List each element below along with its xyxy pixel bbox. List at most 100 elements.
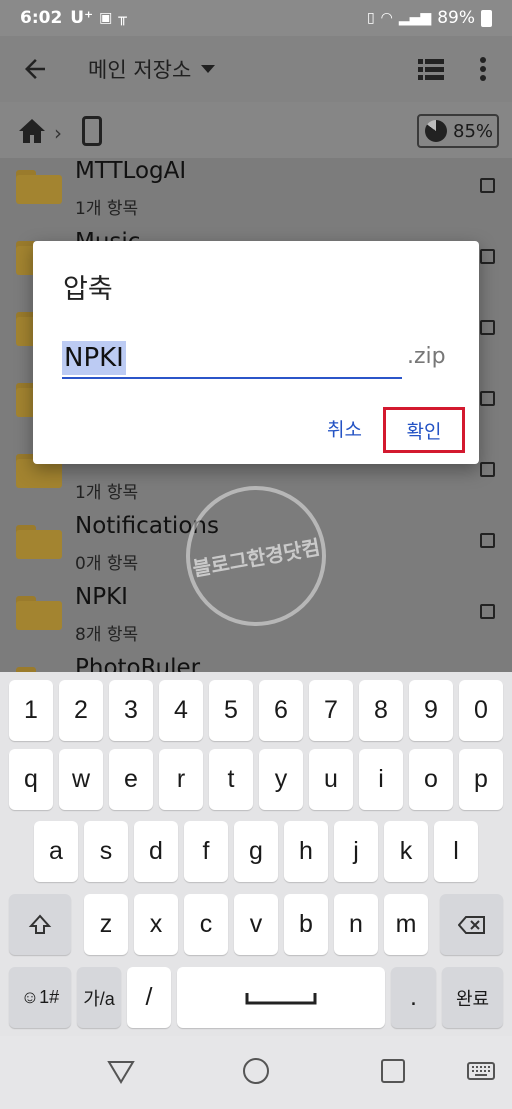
shift-arrow-icon xyxy=(28,914,52,934)
dialog-title: 압축 xyxy=(63,274,113,305)
compress-dialog: 압축 NPKI .zip 취소 확인 xyxy=(33,241,479,464)
folder-item-count: 1개 항목 xyxy=(75,199,139,219)
cancel-button[interactable]: 취소 xyxy=(327,415,362,442)
key-8[interactable]: 8 xyxy=(359,680,403,741)
dropdown-caret-icon xyxy=(201,65,216,73)
battery-icon xyxy=(481,9,492,27)
key-4[interactable]: 4 xyxy=(159,680,203,741)
wifi-icon: ◠ xyxy=(380,10,393,26)
key-l[interactable]: l xyxy=(434,821,478,882)
key-g[interactable]: g xyxy=(234,821,278,882)
key-2[interactable]: 2 xyxy=(59,680,103,741)
key-e[interactable]: e xyxy=(109,749,153,810)
folder-icon xyxy=(16,596,62,630)
key-n[interactable]: n xyxy=(334,894,378,955)
key-h[interactable]: h xyxy=(284,821,328,882)
select-checkbox[interactable] xyxy=(480,320,495,335)
space-key[interactable] xyxy=(177,967,385,1028)
select-checkbox[interactable] xyxy=(480,604,495,619)
key-o[interactable]: o xyxy=(409,749,453,810)
key-w[interactable]: w xyxy=(59,749,103,810)
gallery-notification-icon: ▣ xyxy=(99,10,113,26)
more-options-icon[interactable] xyxy=(478,56,488,82)
back-arrow-icon[interactable] xyxy=(20,54,50,84)
select-checkbox[interactable] xyxy=(480,533,495,548)
key-3[interactable]: 3 xyxy=(109,680,153,741)
storage-usage-badge[interactable]: 85% xyxy=(417,114,499,148)
home-icon[interactable] xyxy=(18,118,46,144)
key-1[interactable]: 1 xyxy=(9,680,53,741)
signal-icon: ▂▄▆ xyxy=(398,10,432,26)
select-checkbox[interactable] xyxy=(480,391,495,406)
folder-name: NPKI xyxy=(75,584,128,610)
emoji-symbols-key[interactable]: ☺1# xyxy=(9,967,71,1028)
select-checkbox[interactable] xyxy=(480,178,495,193)
backspace-key[interactable] xyxy=(440,894,503,955)
key-j[interactable]: j xyxy=(334,821,378,882)
storage-selector-label: 메인 저장소 xyxy=(88,58,192,82)
battery-percent: 89% xyxy=(437,8,475,28)
breadcrumb: › 85% xyxy=(0,102,512,158)
storage-percent: 85% xyxy=(453,120,494,142)
key-m[interactable]: m xyxy=(384,894,428,955)
vibrate-icon: ▯ xyxy=(366,10,375,26)
key-5[interactable]: 5 xyxy=(209,680,253,741)
key-f[interactable]: f xyxy=(184,821,228,882)
back-nav-icon[interactable] xyxy=(106,1056,136,1086)
folder-item-count: 8개 항목 xyxy=(75,625,139,645)
list-view-icon[interactable] xyxy=(418,58,444,80)
key-z[interactable]: z xyxy=(84,894,128,955)
ok-button-label: 확인 xyxy=(406,420,442,443)
key-i[interactable]: i xyxy=(359,749,403,810)
key-6[interactable]: 6 xyxy=(259,680,303,741)
space-bar-icon xyxy=(245,992,317,1004)
status-time: 6:02 xyxy=(20,8,63,28)
list-item[interactable]: MTTLogAI 1개 항목 xyxy=(0,158,512,230)
antenna-notification-icon: ╥ xyxy=(118,10,127,26)
status-carrier: U⁺ xyxy=(70,8,94,28)
backspace-icon xyxy=(457,915,485,934)
key-r[interactable]: r xyxy=(159,749,203,810)
key-x[interactable]: x xyxy=(134,894,178,955)
folder-name: MTTLogAI xyxy=(75,158,187,184)
key-u[interactable]: u xyxy=(309,749,353,810)
key-q[interactable]: q xyxy=(9,749,53,810)
language-switch-key[interactable]: 가/a xyxy=(77,967,121,1028)
key-b[interactable]: b xyxy=(284,894,328,955)
filename-input[interactable]: NPKI xyxy=(62,341,402,379)
home-nav-icon[interactable] xyxy=(241,1056,271,1086)
key-t[interactable]: t xyxy=(209,749,253,810)
file-extension: .zip xyxy=(407,344,446,369)
keyboard-toggle-icon[interactable] xyxy=(466,1056,496,1086)
navigation-bar xyxy=(0,1036,512,1109)
folder-item-count: 0개 항목 xyxy=(75,554,139,574)
key-y[interactable]: y xyxy=(259,749,303,810)
key-9[interactable]: 9 xyxy=(409,680,453,741)
key-a[interactable]: a xyxy=(34,821,78,882)
watermark-text: 블로그한경닷컴 xyxy=(190,534,322,581)
select-checkbox[interactable] xyxy=(480,249,495,264)
key-k[interactable]: k xyxy=(384,821,428,882)
storage-selector[interactable]: 메인 저장소 xyxy=(88,54,216,84)
key-v[interactable]: v xyxy=(234,894,278,955)
shift-key[interactable] xyxy=(9,894,71,955)
recents-nav-icon[interactable] xyxy=(378,1056,408,1086)
key-7[interactable]: 7 xyxy=(309,680,353,741)
key-c[interactable]: c xyxy=(184,894,228,955)
key-0[interactable]: 0 xyxy=(459,680,503,741)
key-slash[interactable]: / xyxy=(127,967,171,1028)
key-p[interactable]: p xyxy=(459,749,503,810)
key-d[interactable]: d xyxy=(134,821,178,882)
key-period[interactable]: . xyxy=(391,967,436,1028)
ok-button[interactable]: 확인 xyxy=(383,407,465,453)
phone-storage-icon[interactable] xyxy=(82,116,102,146)
filename-value: NPKI xyxy=(62,341,126,375)
app-bar: 메인 저장소 xyxy=(0,36,512,102)
select-checkbox[interactable] xyxy=(480,462,495,477)
screen: 6:02 U⁺ ▣ ╥ ▯ ◠ ▂▄▆ 89% 메인 저장소 › 85% MTT… xyxy=(0,0,512,1109)
done-key[interactable]: 완료 xyxy=(442,967,503,1028)
folder-icon xyxy=(16,170,62,204)
folder-icon xyxy=(16,525,62,559)
chevron-right-icon: › xyxy=(54,121,62,145)
key-s[interactable]: s xyxy=(84,821,128,882)
